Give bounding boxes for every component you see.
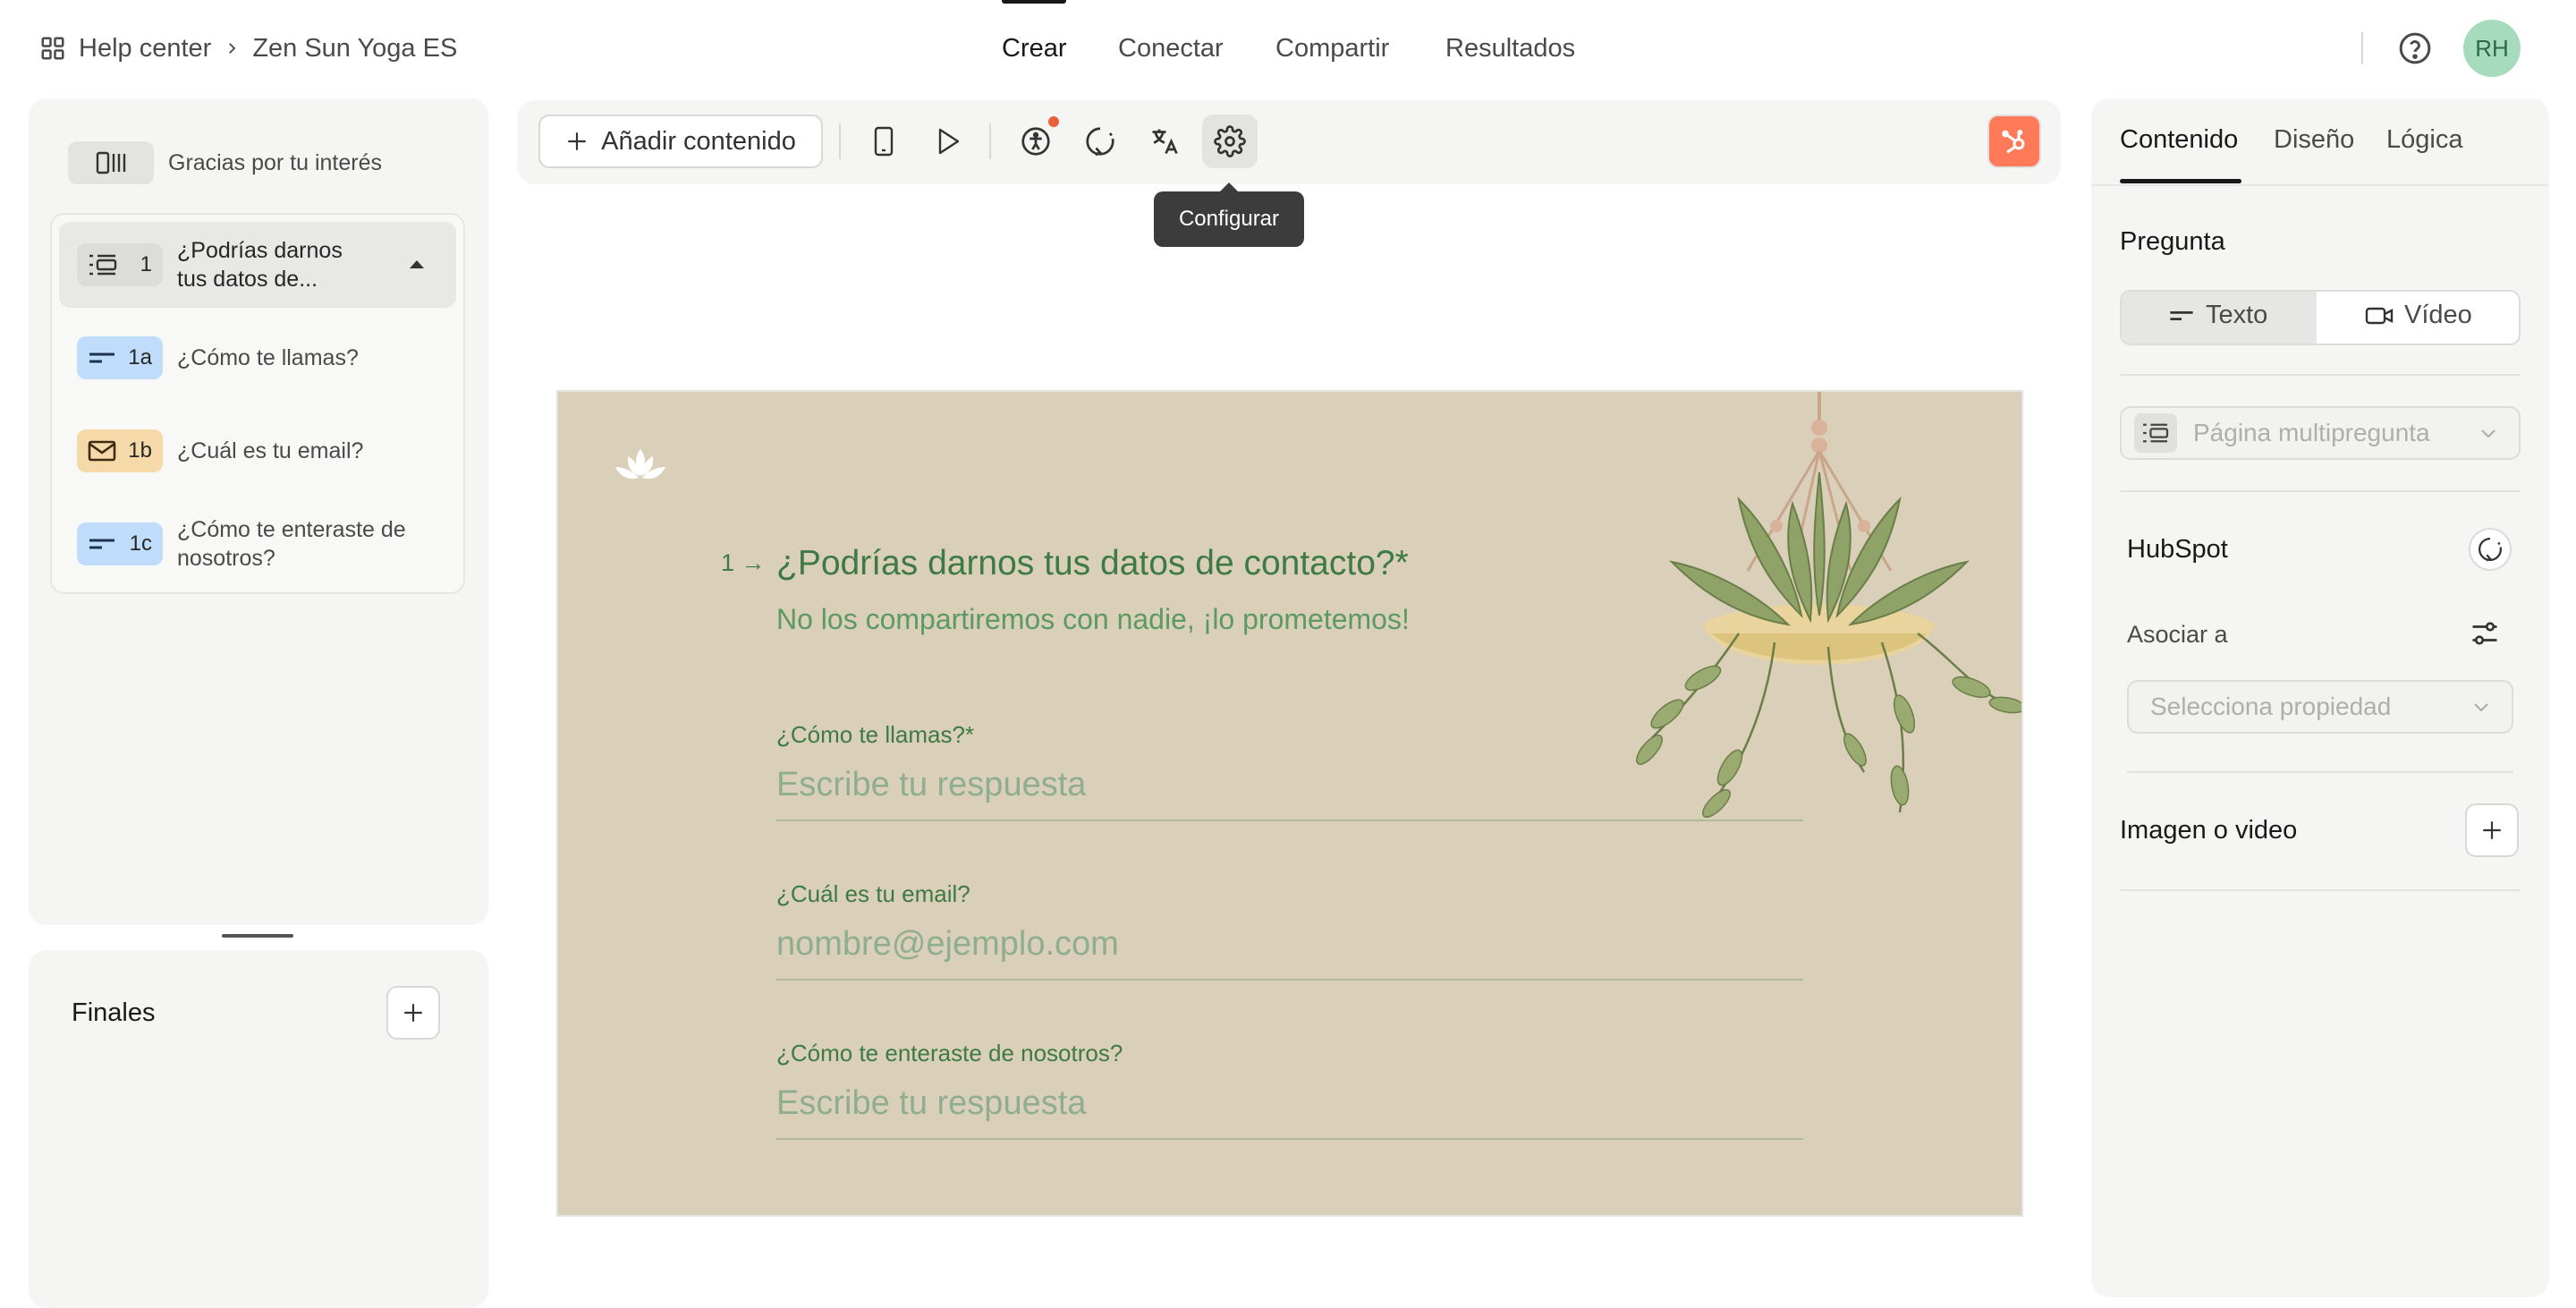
field-label-email[interactable]: ¿Cuál es tu email? bbox=[776, 880, 970, 908]
field-underline bbox=[776, 1138, 1803, 1140]
add-content-button[interactable]: Añadir contenido bbox=[538, 115, 823, 168]
gear-icon[interactable] bbox=[1212, 123, 1248, 159]
play-preview-icon[interactable] bbox=[930, 123, 966, 159]
divider bbox=[2361, 32, 2363, 64]
question-badge-1b: 1b bbox=[77, 429, 163, 472]
breadcrumb: Help center Zen Sun Yoga ES bbox=[39, 27, 457, 70]
lotus-logo-icon bbox=[614, 447, 667, 487]
mode-text-label: Texto bbox=[2206, 301, 2268, 329]
field-label-referral[interactable]: ¿Cómo te enteraste de nosotros? bbox=[776, 1040, 1123, 1067]
group-number: 1 bbox=[140, 252, 152, 276]
apps-grid-icon[interactable] bbox=[39, 35, 66, 62]
chevron-down-icon bbox=[2478, 422, 2499, 444]
short-text-icon bbox=[88, 535, 116, 553]
associate-label: Asociar a bbox=[2127, 621, 2228, 648]
form-question-subtitle[interactable]: No los compartiremos con nadie, ¡lo prom… bbox=[776, 603, 1410, 636]
plus-icon bbox=[2480, 819, 2504, 842]
question-badge-1a: 1a bbox=[77, 336, 163, 379]
property-select-placeholder: Selecciona propiedad bbox=[2150, 692, 2392, 720]
collapse-caret-icon[interactable] bbox=[408, 258, 426, 270]
tab-logica[interactable]: Lógica bbox=[2386, 125, 2462, 155]
question-number: 1a bbox=[128, 345, 152, 369]
group-badge: 1 bbox=[77, 243, 163, 286]
video-camera-icon bbox=[2365, 305, 2394, 327]
accessibility-icon[interactable] bbox=[1018, 123, 1054, 159]
avatar[interactable]: RH bbox=[2463, 20, 2521, 77]
mode-video-option[interactable]: Vídeo bbox=[2365, 301, 2472, 330]
mail-icon bbox=[88, 440, 116, 462]
hanging-plant-illustration bbox=[1614, 392, 2021, 839]
add-media-button[interactable] bbox=[2465, 803, 2519, 857]
short-text-icon bbox=[2168, 308, 2195, 324]
field-underline bbox=[776, 979, 1803, 981]
toolbar-divider bbox=[989, 123, 991, 159]
group-title[interactable]: ¿Podrías darnos tus datos de... bbox=[177, 236, 374, 293]
divider bbox=[2120, 889, 2521, 891]
chevron-down-icon bbox=[2470, 696, 2492, 718]
field-input-name[interactable]: Escribe tu respuesta bbox=[776, 766, 1086, 804]
sidebar-item-name[interactable]: ¿Cómo te llamas? bbox=[177, 344, 359, 372]
question-type-dropdown[interactable]: Página multipregunta bbox=[2120, 406, 2521, 460]
field-label-name[interactable]: ¿Cómo te llamas?* bbox=[776, 721, 974, 749]
breadcrumb-root[interactable]: Help center bbox=[79, 34, 211, 64]
short-text-icon bbox=[88, 349, 116, 367]
mode-text-option[interactable]: Texto bbox=[2168, 301, 2267, 330]
breadcrumb-current[interactable]: Zen Sun Yoga ES bbox=[252, 34, 457, 64]
add-ending-button[interactable] bbox=[386, 986, 440, 1040]
panel-tab-indicator bbox=[2120, 179, 2241, 183]
mobile-preview-icon[interactable] bbox=[866, 123, 902, 159]
sliders-icon[interactable] bbox=[2469, 617, 2501, 650]
panel-tabs-divider bbox=[2091, 184, 2549, 186]
tab-crear[interactable]: Crear bbox=[1002, 27, 1067, 70]
loading-refresh-icon[interactable] bbox=[1082, 123, 1118, 159]
mode-video-label: Vídeo bbox=[2404, 301, 2472, 329]
field-input-email[interactable]: nombre@ejemplo.com bbox=[776, 925, 1119, 964]
divider bbox=[2120, 374, 2521, 376]
divider bbox=[2120, 490, 2521, 492]
welcome-screen-badge[interactable] bbox=[68, 141, 154, 184]
media-heading: Imagen o video bbox=[2120, 816, 2298, 845]
resize-handle[interactable] bbox=[222, 934, 293, 938]
form-question-title[interactable]: ¿Podrías darnos tus datos de contacto?* bbox=[776, 544, 1409, 583]
multi-question-icon bbox=[88, 252, 118, 277]
welcome-screen-icon bbox=[96, 150, 126, 175]
multi-question-icon bbox=[2134, 413, 2177, 453]
question-number: 1b bbox=[128, 438, 152, 463]
tab-compartir[interactable]: Compartir bbox=[1275, 27, 1389, 70]
question-heading: Pregunta bbox=[2120, 227, 2225, 256]
endings-heading: Finales bbox=[72, 998, 156, 1027]
hubspot-status-button[interactable] bbox=[2469, 528, 2512, 571]
toolbar-divider bbox=[839, 123, 841, 159]
welcome-screen-label[interactable]: Gracias por tu interés bbox=[168, 149, 382, 177]
tab-contenido[interactable]: Contenido bbox=[2120, 125, 2238, 155]
question-type-value: Página multipregunta bbox=[2193, 419, 2430, 446]
nav-active-indicator bbox=[1002, 0, 1066, 4]
help-icon[interactable] bbox=[2397, 30, 2433, 66]
field-underline bbox=[776, 820, 1803, 821]
loading-refresh-icon bbox=[2477, 536, 2504, 563]
plus-icon bbox=[402, 1001, 425, 1024]
sidebar-item-email[interactable]: ¿Cuál es tu email? bbox=[177, 437, 363, 465]
translate-icon[interactable] bbox=[1147, 123, 1182, 159]
tab-resultados[interactable]: Resultados bbox=[1445, 27, 1575, 70]
hubspot-icon bbox=[1999, 126, 2029, 157]
tab-diseno[interactable]: Diseño bbox=[2274, 125, 2354, 155]
question-number: 1c bbox=[129, 531, 152, 556]
field-input-referral[interactable]: Escribe tu respuesta bbox=[776, 1084, 1086, 1123]
tab-conectar[interactable]: Conectar bbox=[1118, 27, 1224, 70]
sidebar-item-referral[interactable]: ¿Cómo te enteraste de nosotros? bbox=[177, 515, 445, 573]
hubspot-heading: HubSpot bbox=[2127, 535, 2228, 564]
add-content-label: Añadir contenido bbox=[601, 126, 796, 156]
plus-icon bbox=[565, 130, 589, 153]
settings-tooltip: Configurar bbox=[1154, 183, 1304, 247]
question-badge-1c: 1c bbox=[77, 522, 163, 565]
property-select[interactable]: Selecciona propiedad bbox=[2127, 680, 2513, 734]
question-number: 1 → bbox=[721, 549, 766, 576]
notification-dot bbox=[1048, 116, 1059, 127]
chevron-right-icon bbox=[224, 40, 240, 56]
hubspot-button[interactable] bbox=[1987, 115, 2041, 168]
divider bbox=[2127, 771, 2513, 773]
